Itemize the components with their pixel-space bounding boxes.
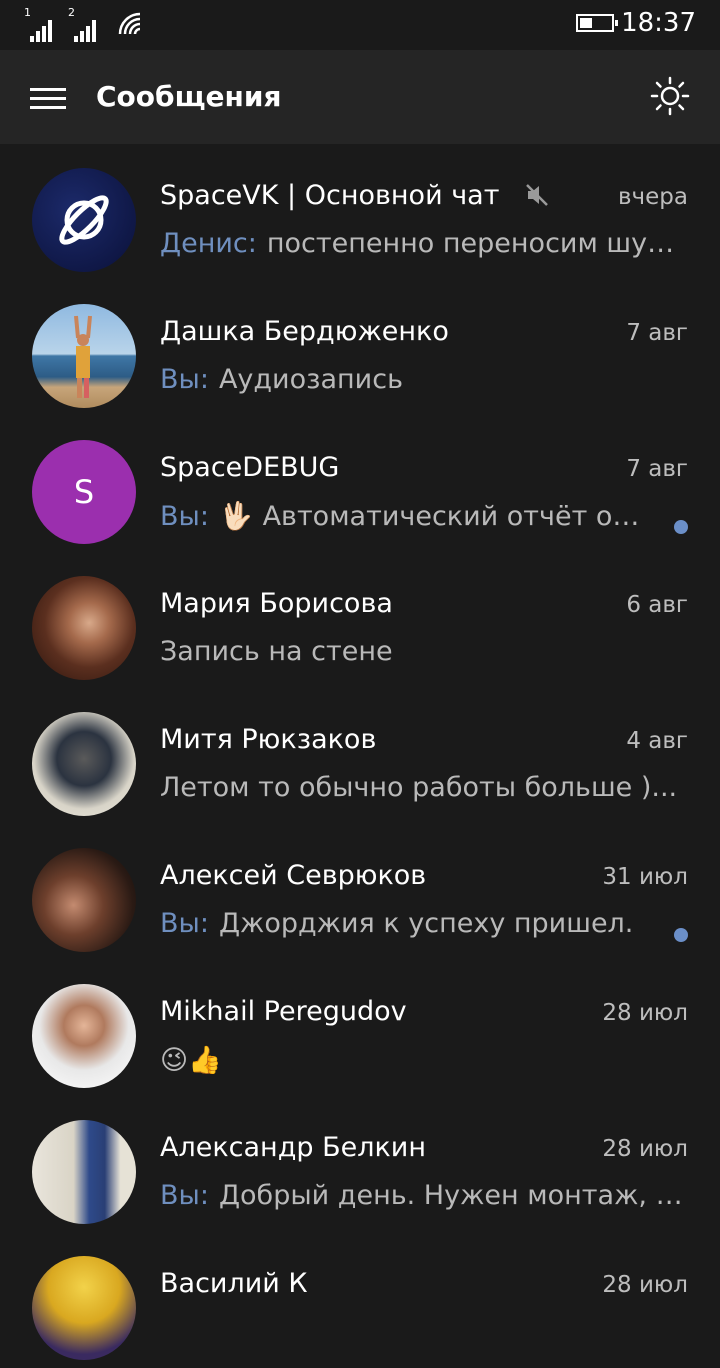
menu-icon[interactable] bbox=[30, 88, 66, 110]
conversation-preview: Летом то обычно работы больше )... bbox=[160, 772, 677, 803]
preview-text: постепенно переносим шутк... bbox=[266, 228, 688, 259]
conversation-date: 4 авг bbox=[626, 728, 688, 754]
conversation-date: 31 июл bbox=[602, 864, 688, 890]
conversation-date: 28 июл bbox=[602, 1272, 688, 1298]
emoji-preview: 😉👍 bbox=[160, 1045, 222, 1076]
conversation-item[interactable]: Mikhail Peregudov 28 июл 😉👍 bbox=[0, 960, 720, 1096]
sender-label: Вы: bbox=[160, 908, 209, 939]
avatar-photo bbox=[74, 315, 92, 398]
avatar bbox=[32, 1256, 136, 1360]
avatar bbox=[32, 712, 136, 816]
conversation-name: SpaceVK | Основной чат bbox=[160, 180, 550, 211]
avatar bbox=[32, 576, 136, 680]
conversation-preview: Вы: 🖖🏻 Автоматический отчёт об... bbox=[160, 500, 640, 532]
conversation-item[interactable]: Мария Борисова 6 авг Запись на стене bbox=[0, 552, 720, 688]
avatar bbox=[32, 304, 136, 408]
sender-label: Вы: bbox=[160, 1180, 209, 1211]
conversation-preview: Запись на стене bbox=[160, 636, 393, 667]
planet-icon bbox=[59, 195, 109, 245]
conversation-date: 6 авг bbox=[626, 592, 688, 618]
conversation-name: Алексей Севрюков bbox=[160, 860, 427, 891]
preview-text: Джорджия к успеху пришел. bbox=[218, 908, 634, 939]
sender-label: Денис: bbox=[160, 228, 257, 259]
preview-text: Аудиозапись bbox=[218, 364, 403, 395]
conversation-item[interactable]: Митя Рюкзаков 4 авг Летом то обычно рабо… bbox=[0, 688, 720, 824]
status-time: 18:37 bbox=[621, 8, 696, 38]
conversation-preview: 😉👍 bbox=[160, 1044, 222, 1076]
unread-indicator bbox=[674, 520, 688, 534]
conversation-item[interactable]: Александр Белкин 28 июл Вы: Добрый день. … bbox=[0, 1096, 720, 1232]
conversation-date: вчера bbox=[618, 184, 688, 210]
avatar: S bbox=[32, 440, 136, 544]
sender-label: Вы: bbox=[160, 364, 209, 395]
conversation-preview: Вы: Аудиозапись bbox=[160, 364, 403, 395]
avatar bbox=[32, 848, 136, 952]
conversation-preview: Вы: Добрый день. Нужен монтаж, ц... bbox=[160, 1180, 688, 1211]
conversation-item[interactable]: Дашка Бердюженко 7 авг Вы: Аудиозапись bbox=[0, 280, 720, 416]
conversation-date: 28 июл bbox=[602, 1136, 688, 1162]
conversation-preview: Денис: постепенно переносим шутк... bbox=[160, 228, 688, 259]
wifi-icon bbox=[118, 12, 141, 35]
conversation-item[interactable]: Алексей Севрюков 31 июл Вы: Джорджия к ус… bbox=[0, 824, 720, 960]
conversation-date: 7 авг bbox=[626, 456, 688, 482]
preview-text: Автоматический отчёт об... bbox=[262, 501, 640, 532]
conversation-preview: Вы: Джорджия к успеху пришел. bbox=[160, 908, 633, 939]
conversation-list: SpaceVK | Основной чат вчера Денис: посте… bbox=[0, 144, 720, 1368]
avatar bbox=[32, 1120, 136, 1224]
preview-text: Запись на стене bbox=[160, 636, 393, 667]
app-header: Сообщения bbox=[0, 50, 720, 144]
avatar bbox=[32, 984, 136, 1088]
conversation-name: SpaceDEBUG bbox=[160, 452, 340, 483]
sender-label: Вы: bbox=[160, 501, 209, 532]
conversation-name: Василий К bbox=[160, 1268, 308, 1299]
conversation-date: 7 авг bbox=[626, 320, 688, 346]
conversation-item[interactable]: Василий К 28 июл bbox=[0, 1232, 720, 1368]
conversation-name: Александр Белкин bbox=[160, 1132, 426, 1163]
preview-text: Летом то обычно работы больше )... bbox=[160, 772, 678, 803]
conversation-item[interactable]: SpaceVK | Основной чат вчера Денис: посте… bbox=[0, 144, 720, 280]
theme-toggle-icon[interactable] bbox=[650, 76, 690, 116]
battery-icon bbox=[576, 14, 618, 32]
conversation-name-text: SpaceVK | Основной чат bbox=[160, 180, 500, 211]
avatar bbox=[32, 168, 136, 272]
preview-text: Добрый день. Нужен монтаж, ц... bbox=[218, 1180, 688, 1211]
vulcan-salute-emoji: 🖖🏻 bbox=[218, 501, 253, 532]
conversation-date: 28 июл bbox=[602, 1000, 688, 1026]
conversation-name: Мария Борисова bbox=[160, 588, 393, 619]
conversation-item[interactable]: S SpaceDEBUG 7 авг Вы: 🖖🏻 Автоматический о… bbox=[0, 416, 720, 552]
page-title: Сообщения bbox=[96, 80, 282, 113]
avatar-letter: S bbox=[73, 473, 95, 511]
conversation-name: Митя Рюкзаков bbox=[160, 724, 377, 755]
status-bar: 1 2 18:37 bbox=[0, 0, 720, 50]
unread-indicator bbox=[674, 928, 688, 942]
conversation-name: Mikhail Peregudov bbox=[160, 996, 407, 1027]
conversation-name: Дашка Бердюженко bbox=[160, 316, 449, 347]
muted-icon bbox=[526, 184, 548, 206]
